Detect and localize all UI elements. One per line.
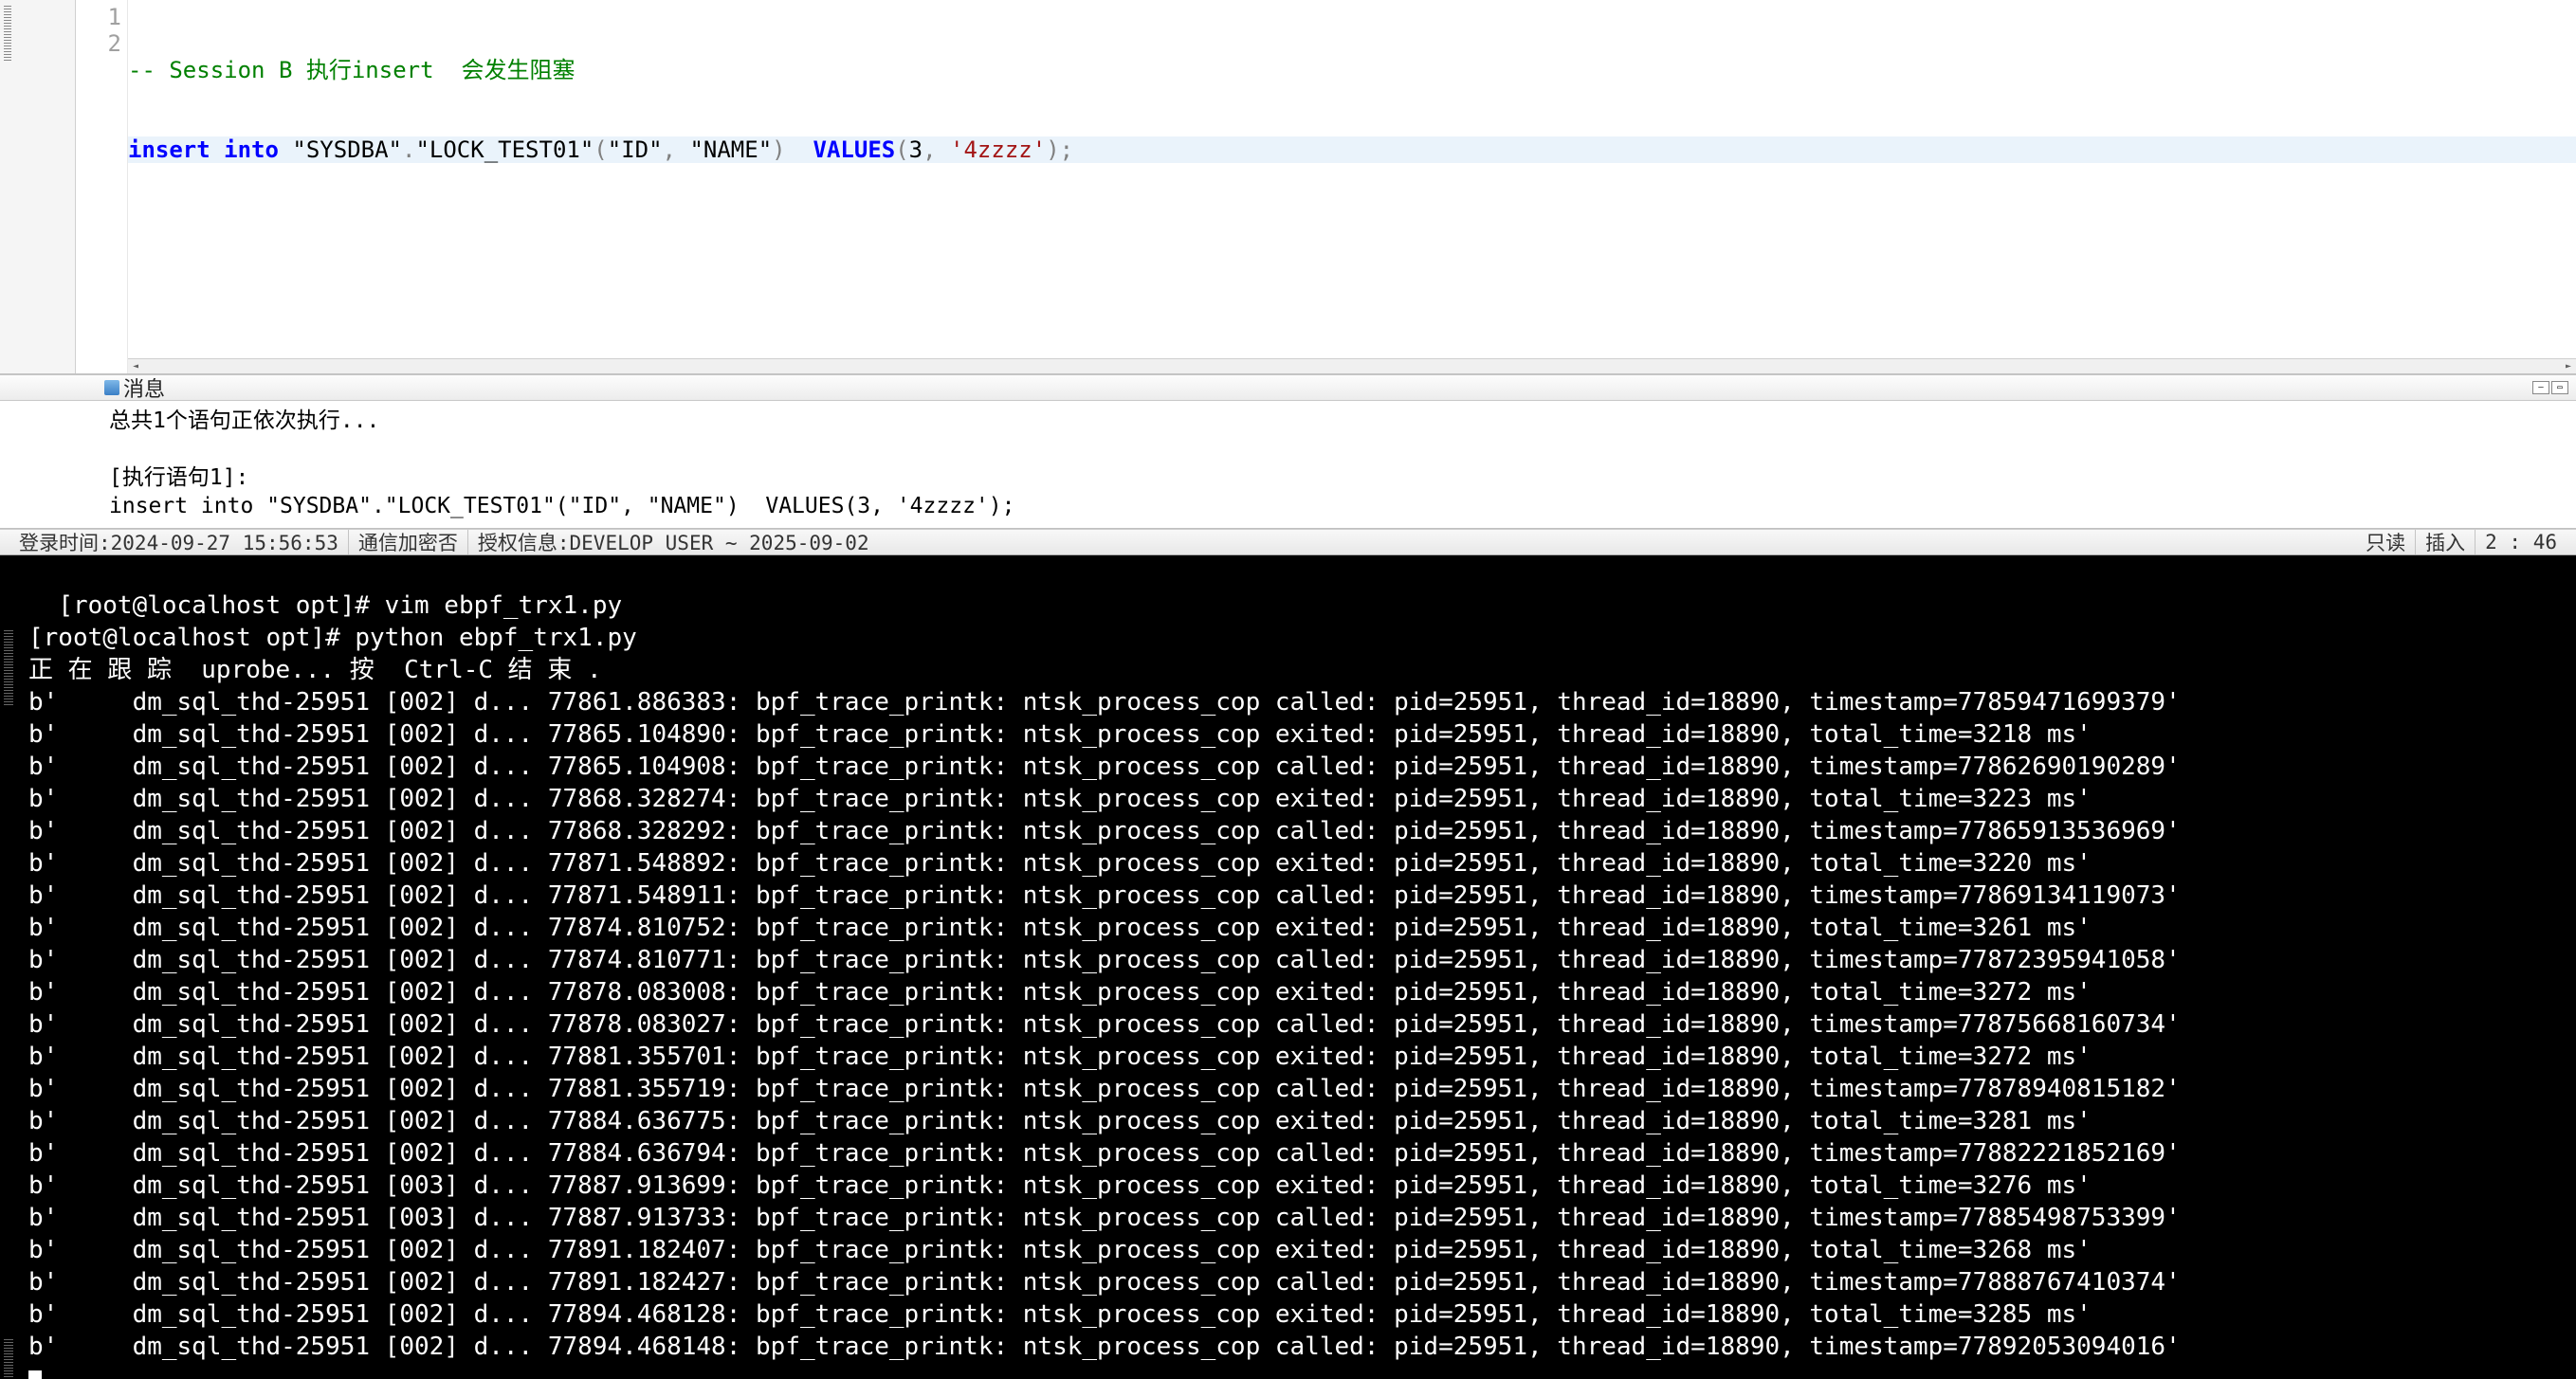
line-number: 2 bbox=[76, 30, 127, 57]
scroll-right-icon[interactable]: ► bbox=[2561, 359, 2576, 374]
drag-grip-icon[interactable] bbox=[4, 629, 13, 705]
editor-horizontal-scrollbar[interactable]: ◄ ► bbox=[128, 358, 2576, 373]
status-encrypt: 通信加密否 bbox=[349, 530, 468, 554]
minimize-icon[interactable]: — bbox=[2532, 381, 2549, 394]
terminal-prompt-line: [root@localhost opt]# vim ebpf_trx1.py bbox=[58, 591, 622, 620]
terminal-prompt-line: [root@localhost opt]# python ebpf_trx1.p… bbox=[28, 624, 637, 652]
code-line[interactable]: insert into "SYSDBA"."LOCK_TEST01"("ID",… bbox=[128, 136, 2576, 163]
sql-keyword-values: VALUES bbox=[813, 136, 896, 163]
sql-keyword-insert: insert bbox=[128, 136, 210, 163]
status-login-time: 登录时间:2024-09-27 15:56:53 bbox=[9, 530, 349, 554]
status-insert-mode: 插入 bbox=[2416, 530, 2476, 554]
scroll-left-icon[interactable]: ◄ bbox=[128, 359, 143, 374]
drag-grip-icon[interactable] bbox=[4, 1338, 13, 1379]
message-line: 总共1个语句正依次执行... bbox=[109, 408, 379, 433]
message-tab-label[interactable]: 消息 bbox=[123, 372, 165, 403]
terminal-cursor bbox=[28, 1370, 42, 1379]
line-number: 1 bbox=[76, 4, 127, 30]
terminal-trace-header: 正 在 跟 踪 uprobe... 按 Ctrl-C 结 束 . bbox=[28, 656, 602, 684]
terminal[interactable]: [root@localhost opt]# vim ebpf_trx1.py [… bbox=[0, 555, 2576, 1379]
status-cursor-position: 2 : 46 bbox=[2476, 530, 2567, 554]
sql-comment: -- Session B 执行insert 会发生阻塞 bbox=[128, 57, 575, 83]
message-line: [执行语句1]: bbox=[109, 465, 248, 490]
sql-keyword-into: into bbox=[224, 136, 292, 163]
message-icon bbox=[104, 380, 119, 395]
message-line: insert into "SYSDBA"."LOCK_TEST01"("ID",… bbox=[109, 494, 1014, 518]
message-panel-body[interactable]: 总共1个语句正依次执行... [执行语句1]: insert into "SYS… bbox=[0, 401, 2576, 529]
sql-editor[interactable]: 1 2 -- Session B 执行insert 会发生阻塞 insert i… bbox=[0, 0, 2576, 374]
panel-window-controls: — ▭ bbox=[2532, 381, 2568, 394]
status-bar: 登录时间:2024-09-27 15:56:53 通信加密否 授权信息:DEVE… bbox=[0, 529, 2576, 555]
message-panel-header: 消息 — ▭ bbox=[0, 374, 2576, 401]
line-number-gutter: 1 2 bbox=[76, 0, 128, 373]
editor-left-margin bbox=[0, 0, 76, 373]
drag-grip-icon[interactable] bbox=[4, 4, 11, 61]
status-auth: 授权信息:DEVELOP USER ~ 2025-09-02 bbox=[468, 530, 879, 554]
maximize-icon[interactable]: ▭ bbox=[2551, 381, 2568, 394]
status-readonly: 只读 bbox=[2356, 530, 2416, 554]
terminal-output: b' dm_sql_thd-25951 [002] d... 77861.886… bbox=[28, 686, 2570, 1363]
code-text-area[interactable]: -- Session B 执行insert 会发生阻塞 insert into … bbox=[128, 0, 2576, 373]
code-line[interactable]: -- Session B 执行insert 会发生阻塞 bbox=[128, 57, 2576, 83]
terminal-left-grip bbox=[4, 565, 13, 1379]
